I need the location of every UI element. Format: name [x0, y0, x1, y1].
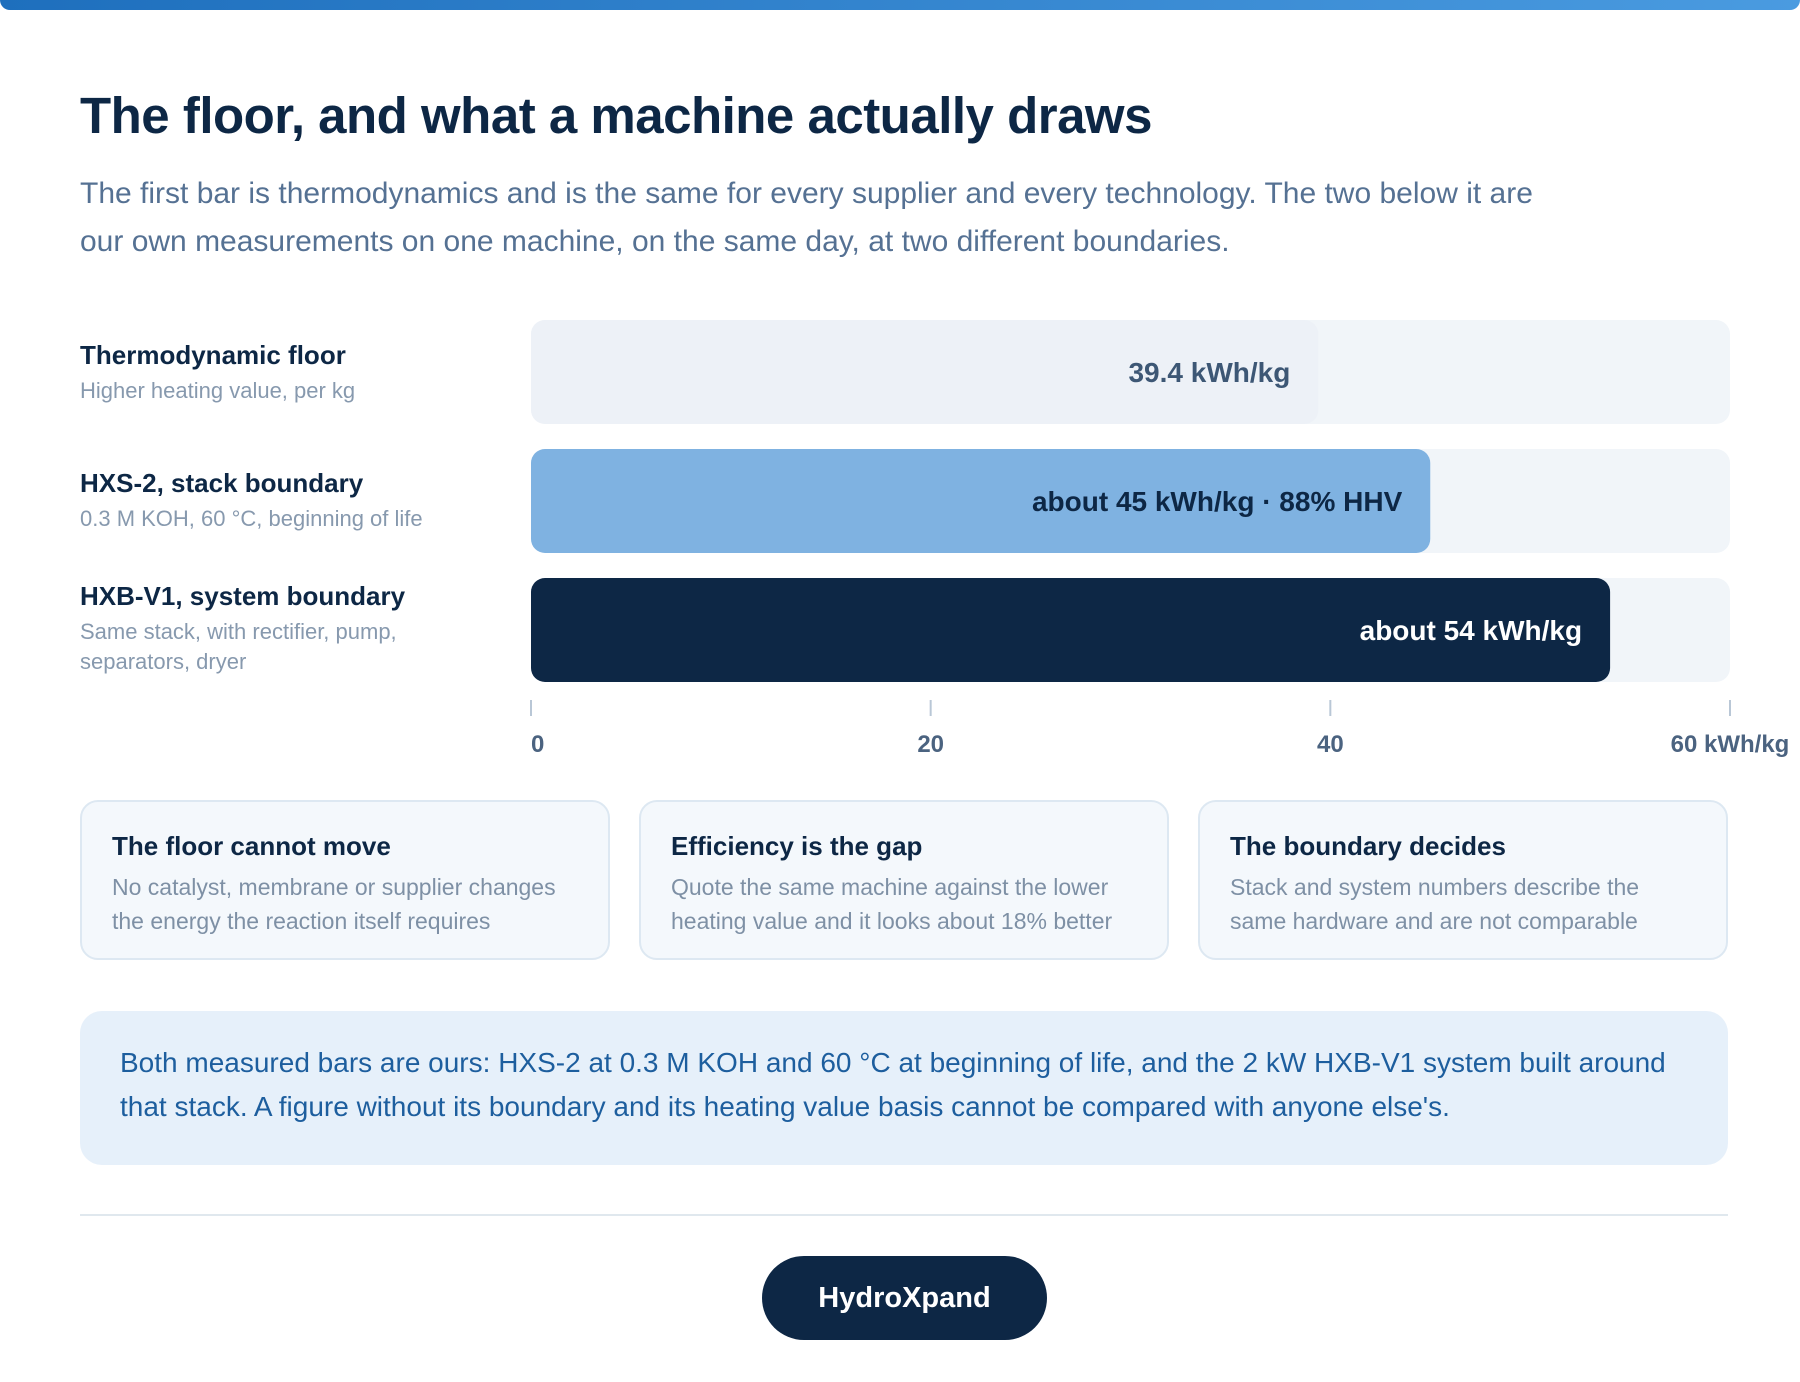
x-tick-label: 40 — [1317, 731, 1344, 758]
energy-bar-chart: 39.4 kWh/kg about 45 kWh/kg · 88% HHV abou… — [530, 320, 1790, 758]
footnote-callout: Both measured bars are ours: HXS-2 at 0.… — [80, 1011, 1728, 1165]
bar-value-label: about 45 kWh/kg · 88% HHV — [1032, 486, 1403, 517]
insight-card-boundary: The boundary decides Stack and system nu… — [1198, 800, 1728, 960]
bar-value-label: about 54 kWh/kg — [1360, 615, 1582, 646]
x-tick-label: 0 — [531, 731, 544, 758]
x-tick-label: 20 — [917, 731, 944, 758]
x-tick-label: 60 kWh/kg — [1671, 731, 1790, 758]
insight-title: The boundary decides — [1230, 831, 1506, 861]
brand-button[interactable]: HydroXpand — [762, 1256, 1047, 1340]
insight-title: The floor cannot move — [112, 831, 391, 861]
insight-body: Stack and system numbers describe the sa… — [1230, 874, 1640, 934]
insight-body: No catalyst, membrane or supplier change… — [112, 874, 556, 934]
footer-divider — [80, 1214, 1728, 1216]
bar-value-label: 39.4 kWh/kg — [1128, 357, 1290, 388]
insight-body: Quote the same machine against the lower… — [671, 874, 1113, 934]
insight-card-efficiency: Efficiency is the gap Quote the same mac… — [639, 800, 1169, 960]
insight-card-floor: The floor cannot move No catalyst, membr… — [80, 800, 610, 960]
insight-title: Efficiency is the gap — [671, 831, 923, 861]
